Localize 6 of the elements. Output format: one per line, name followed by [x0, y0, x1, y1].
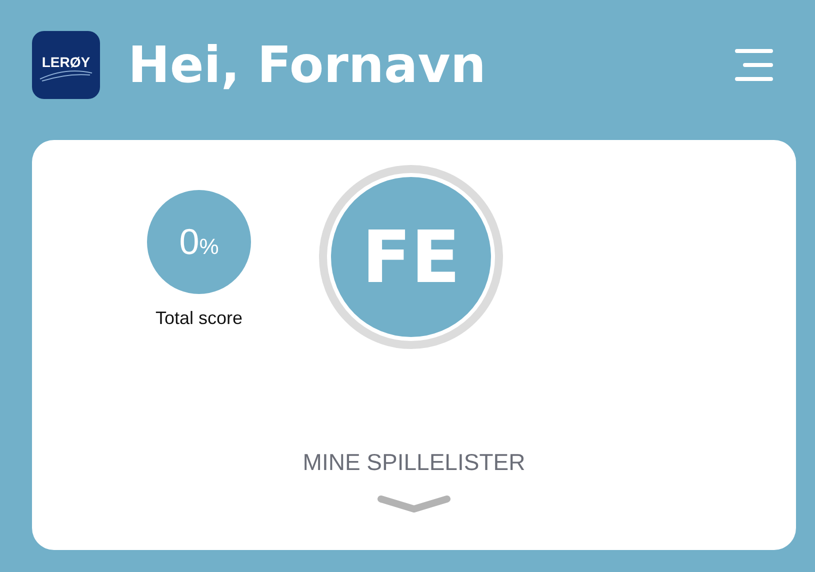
chevron-down-icon[interactable]: [377, 494, 451, 514]
playlists-heading[interactable]: MINE SPILLELISTER: [302, 449, 526, 476]
greeting-title: Hei, Fornavn: [128, 36, 486, 94]
score-value: 0%: [179, 221, 219, 263]
app-logo: LERØY: [32, 31, 100, 99]
score-label: Total score: [155, 308, 243, 329]
